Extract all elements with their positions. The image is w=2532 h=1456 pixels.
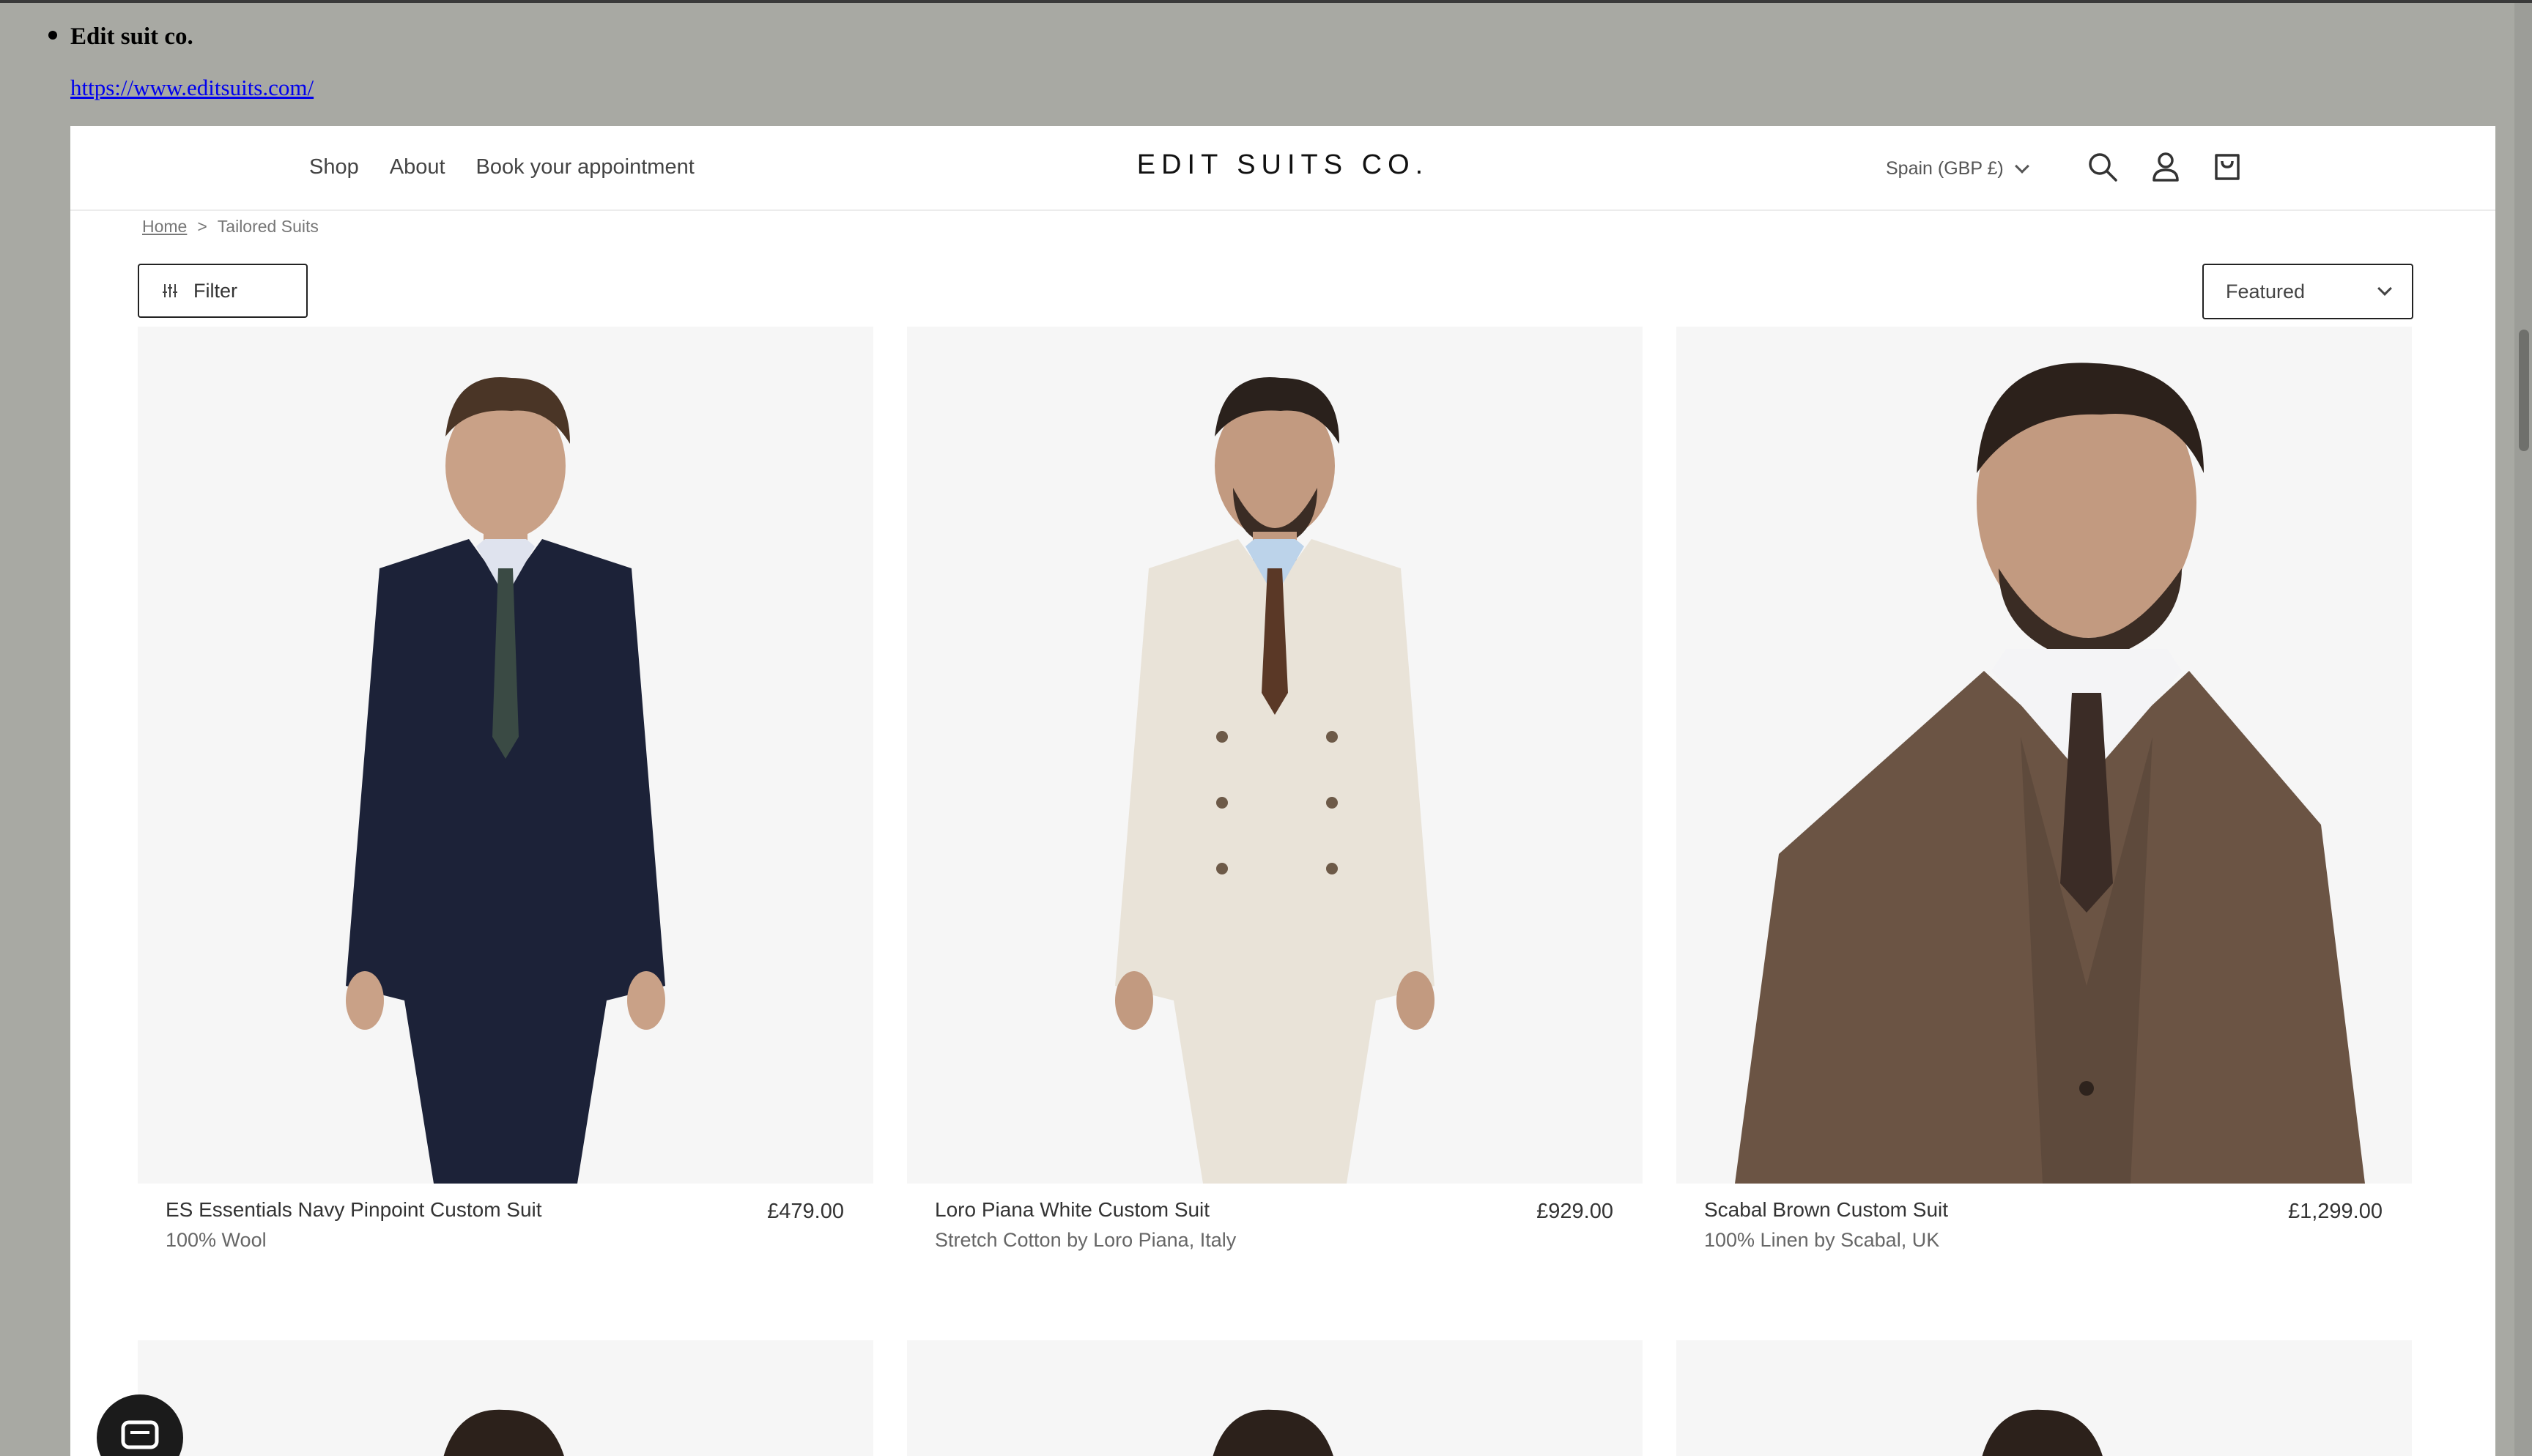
bullet — [48, 31, 57, 40]
site-link[interactable]: https://www.editsuits.com/ — [70, 75, 314, 101]
scrollbar-thumb[interactable] — [2519, 330, 2529, 451]
suit-model-illustration — [1115, 377, 1435, 1184]
sliders-icon — [163, 284, 177, 297]
product-card[interactable] — [907, 1340, 1643, 1456]
product-name[interactable]: Loro Piana White Custom Suit — [935, 1198, 1210, 1222]
product-image[interactable] — [1676, 327, 2412, 1184]
sort-select[interactable]: Featured — [2202, 264, 2413, 319]
product-card[interactable]: Scabal Brown Custom Suit 100% Linen by S… — [1676, 327, 2412, 1251]
product-card[interactable] — [1676, 1340, 2412, 1456]
chevron-down-icon — [2014, 158, 2029, 174]
site-header: Shop About Book your appointment EDIT SU… — [70, 126, 2495, 211]
filter-button[interactable]: Filter — [138, 264, 308, 318]
suit-model-illustration — [1735, 363, 2365, 1184]
product-price: £929.00 — [1536, 1200, 1613, 1223]
product-card[interactable]: Loro Piana White Custom Suit Stretch Cot… — [907, 327, 1643, 1251]
product-description: 100% Linen by Scabal, UK — [1704, 1229, 1940, 1251]
chat-button[interactable] — [97, 1394, 183, 1456]
breadcrumb: Home > Tailored Suits — [142, 217, 319, 237]
account-icon[interactable] — [2148, 149, 2183, 185]
search-icon[interactable] — [2085, 149, 2120, 185]
site-logo[interactable]: EDIT SUITS CO. — [70, 149, 2495, 181]
product-image[interactable] — [907, 327, 1643, 1184]
breadcrumb-home[interactable]: Home — [142, 217, 187, 237]
breadcrumb-current: Tailored Suits — [217, 217, 319, 236]
product-image[interactable] — [138, 327, 873, 1184]
product-price: £1,299.00 — [2287, 1200, 2383, 1223]
chat-icon — [121, 1420, 159, 1449]
product-price: £479.00 — [767, 1200, 844, 1223]
product-image — [1213, 1409, 1333, 1456]
outer-title: Edit suit co. — [70, 23, 193, 50]
suit-model-illustration — [346, 377, 665, 1184]
cart-icon[interactable] — [2210, 149, 2245, 185]
site-frame: Shop About Book your appointment EDIT SU… — [70, 126, 2495, 1456]
chevron-down-icon — [2377, 281, 2392, 296]
product-description: Stretch Cotton by Loro Piana, Italy — [935, 1229, 1237, 1251]
scrollbar[interactable] — [2514, 3, 2532, 1456]
product-name[interactable]: Scabal Brown Custom Suit — [1704, 1198, 1948, 1222]
product-image — [443, 1409, 564, 1456]
product-image — [1982, 1409, 2103, 1456]
product-card[interactable]: ES Essentials Navy Pinpoint Custom Suit … — [138, 327, 873, 1251]
locale-label: Spain (GBP £) — [1886, 158, 2004, 179]
product-name[interactable]: ES Essentials Navy Pinpoint Custom Suit — [166, 1198, 542, 1222]
sort-value: Featured — [2226, 280, 2306, 302]
breadcrumb-separator: > — [197, 217, 207, 236]
filter-label: Filter — [193, 279, 237, 302]
product-description: 100% Wool — [166, 1229, 267, 1251]
product-card[interactable] — [138, 1340, 873, 1456]
locale-selector[interactable]: Spain (GBP £) — [1886, 158, 2029, 179]
